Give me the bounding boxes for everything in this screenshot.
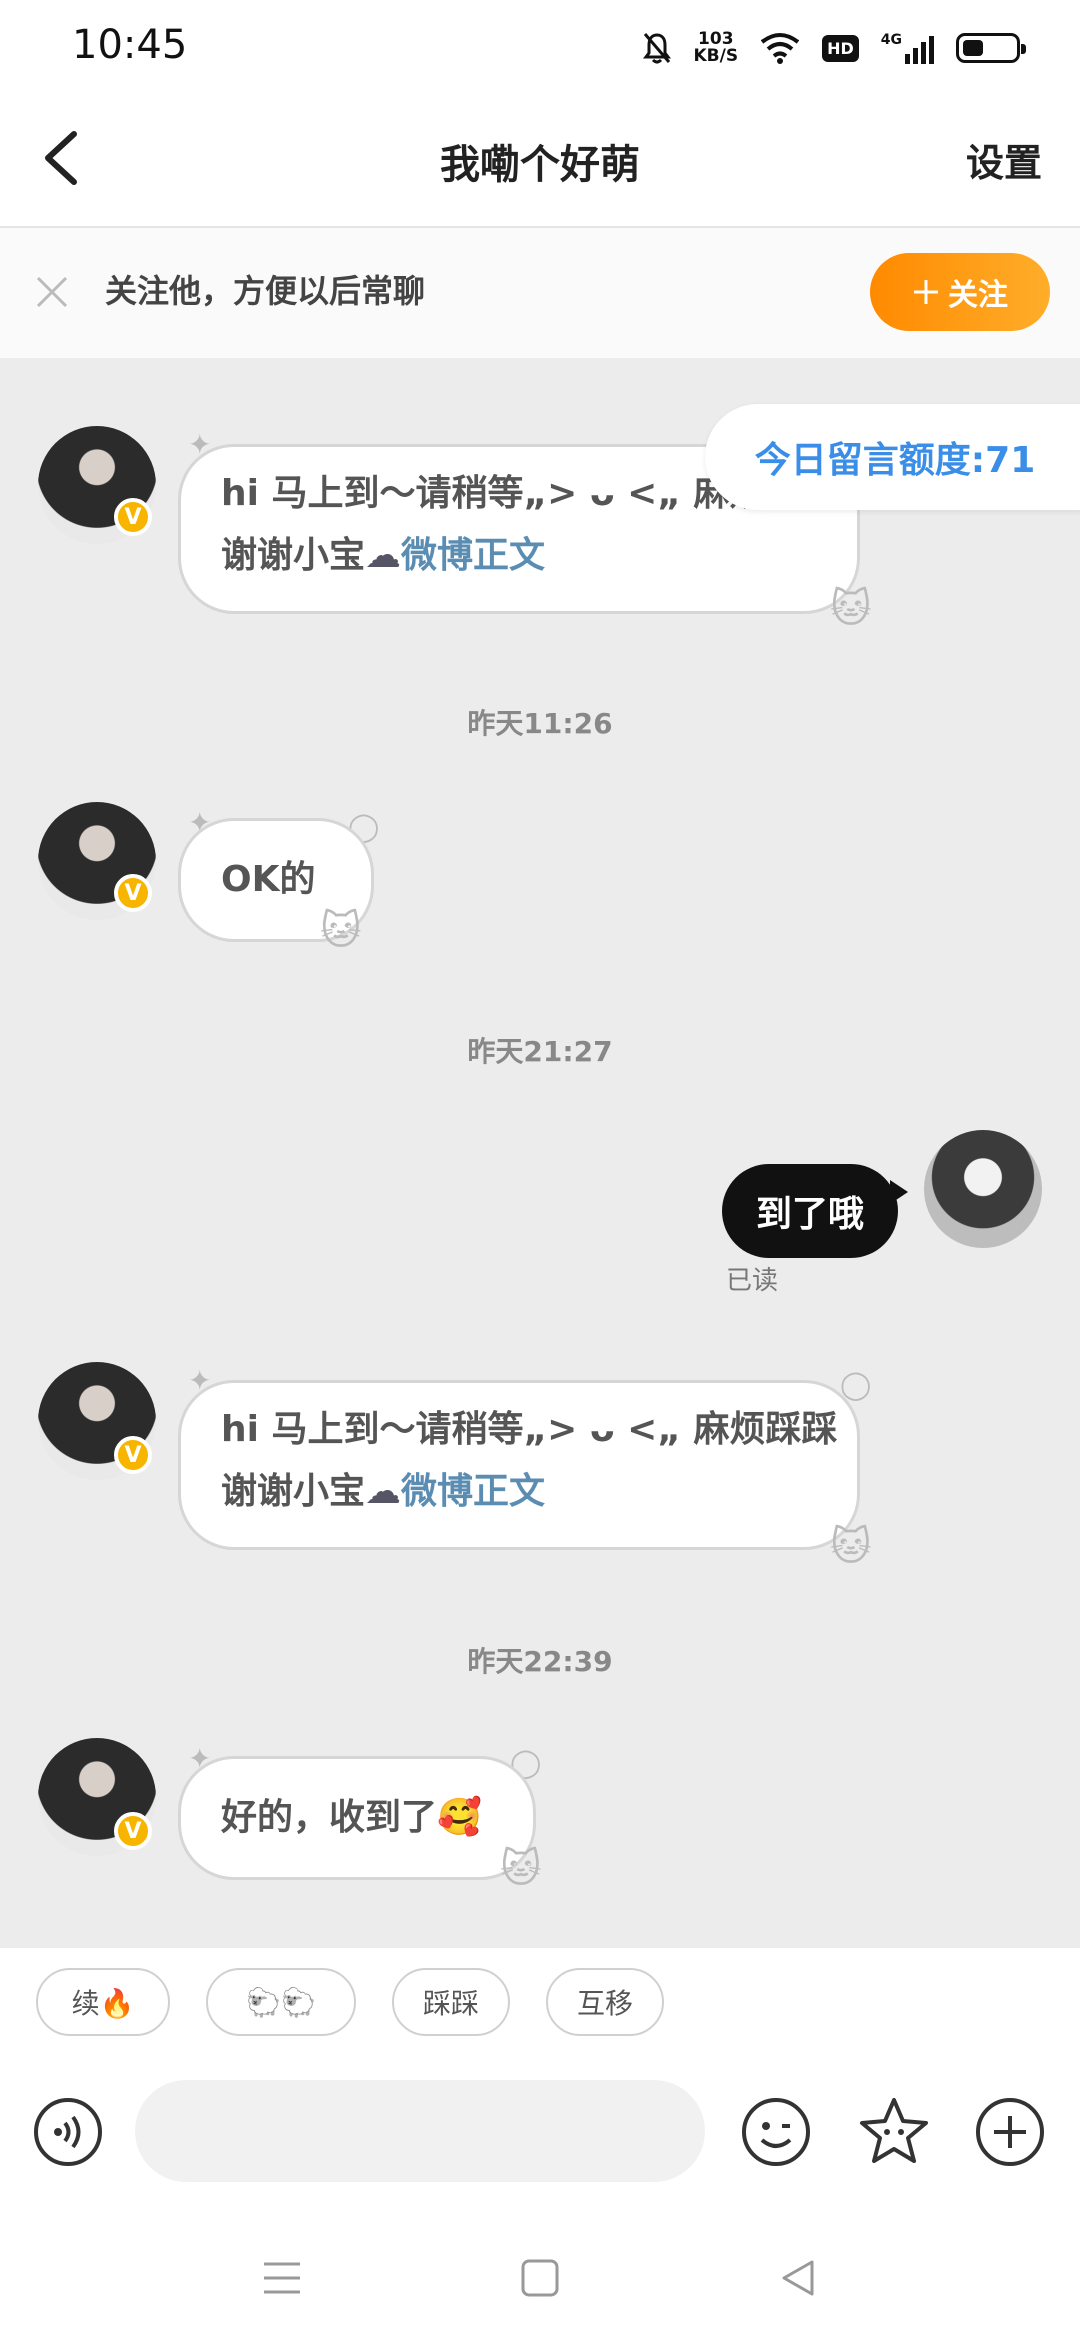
quick-reply-chip[interactable]: 踩踩: [392, 1968, 510, 2036]
system-nav-bar: [0, 2228, 1080, 2340]
message-text: hi 马上到～请稍等„> ᴗ <„ 麻烦踩踩: [221, 1409, 838, 1450]
message-bubble[interactable]: 好的，收到了 🥰: [178, 1756, 536, 1880]
message-text-line2: 谢谢小宝☁微博正文: [221, 525, 817, 587]
weibo-post-link[interactable]: 微博正文: [401, 535, 545, 576]
cloud-icon: ☁: [365, 1471, 402, 1512]
quick-reply-chip[interactable]: 互移: [546, 1968, 664, 2036]
verified-badge: V: [114, 498, 152, 536]
status-time: 10:45: [72, 22, 188, 68]
message-text: 谢谢小宝: [221, 535, 366, 576]
voice-icon[interactable]: [32, 2096, 104, 2168]
back-triangle-icon[interactable]: [778, 2258, 818, 2298]
hd-icon: HD: [822, 34, 859, 62]
verified-badge: V: [114, 874, 152, 912]
read-status: 已读: [726, 1266, 779, 1296]
cloud-icon: ☁: [365, 535, 402, 576]
message-quota-badge[interactable]: 今日留言额度:71: [705, 404, 1080, 510]
timestamp: 昨天11:26: [467, 707, 613, 740]
message-input[interactable]: [135, 2080, 705, 2182]
cat-sticker-icon: 🐱: [830, 1524, 872, 1570]
chat-area[interactable]: V ✦ hi 马上到～请稍等„> ᴗ <„ 麻烦 谢谢小宝☁微博正文 🐱 今日留…: [0, 358, 1080, 1948]
plus-icon: [914, 280, 938, 304]
quick-reply-chip[interactable]: 续🔥: [36, 1968, 170, 2036]
chat-header: 我嘞个好萌 设置: [0, 96, 1080, 228]
cat-sticker-icon: 🐱: [830, 586, 872, 632]
add-icon[interactable]: [974, 2096, 1046, 2168]
network-speed-unit: KB/S: [693, 46, 739, 66]
follow-button-label: 关注: [948, 278, 1008, 313]
message-text: 谢谢小宝: [221, 1471, 366, 1512]
weibo-post-link[interactable]: 微博正文: [401, 1471, 545, 1512]
status-icons: 103 KB/S HD 4G: [642, 26, 1026, 70]
follow-button[interactable]: 关注: [870, 253, 1050, 331]
message-bubble[interactable]: hi 马上到～请稍等„> ᴗ <„ 麻烦踩踩 谢谢小宝☁微博正文: [178, 1380, 860, 1550]
message-text: OK的: [221, 859, 316, 900]
wifi-icon: [760, 33, 800, 64]
settings-button[interactable]: 设置: [966, 132, 1042, 187]
page-title: 我嘞个好萌: [440, 142, 640, 188]
input-bar: [0, 2058, 1080, 2228]
halo-decoration: ◯: [840, 1368, 872, 1401]
verified-badge: V: [114, 1436, 152, 1474]
my-avatar[interactable]: [924, 1130, 1042, 1248]
menu-icon[interactable]: [262, 2258, 302, 2298]
signal-icon: 4G: [881, 32, 934, 64]
follow-prompt: 关注他，方便以后常聊: [105, 272, 426, 310]
timestamp: 昨天21:27: [467, 1035, 613, 1068]
verified-badge: V: [114, 1812, 152, 1850]
follow-banner: 关注他，方便以后常聊 关注: [0, 228, 1080, 358]
my-message-bubble[interactable]: 到了哦: [722, 1164, 898, 1258]
close-icon[interactable]: [32, 272, 72, 312]
battery-icon: [956, 33, 1026, 63]
cat-sticker-icon: 🐱: [320, 908, 362, 954]
mute-bell-icon: [642, 33, 671, 64]
sticker-star-icon[interactable]: [856, 2094, 932, 2170]
quick-reply-bar: 续🔥 🐑🐑 踩踩 互移: [0, 1948, 1080, 2058]
message-text-line2: 谢谢小宝☁微博正文: [221, 1461, 817, 1523]
status-bar: 10:45 103 KB/S HD 4G: [0, 0, 1080, 96]
network-speed: 103 KB/S: [694, 31, 739, 65]
emoji-icon: 🥰: [437, 1797, 482, 1838]
cat-sticker-icon: 🐱: [500, 1846, 542, 1892]
emoji-face-icon[interactable]: [740, 2096, 812, 2168]
network-type: 4G: [880, 32, 902, 48]
message-text: 好的，收到了: [221, 1797, 438, 1838]
bubble-tail: [890, 1180, 908, 1204]
message-text: 到了哦: [755, 1194, 864, 1235]
quick-reply-chip[interactable]: 🐑🐑: [206, 1968, 356, 2036]
home-icon[interactable]: [520, 2258, 560, 2298]
timestamp: 昨天22:39: [467, 1645, 613, 1678]
